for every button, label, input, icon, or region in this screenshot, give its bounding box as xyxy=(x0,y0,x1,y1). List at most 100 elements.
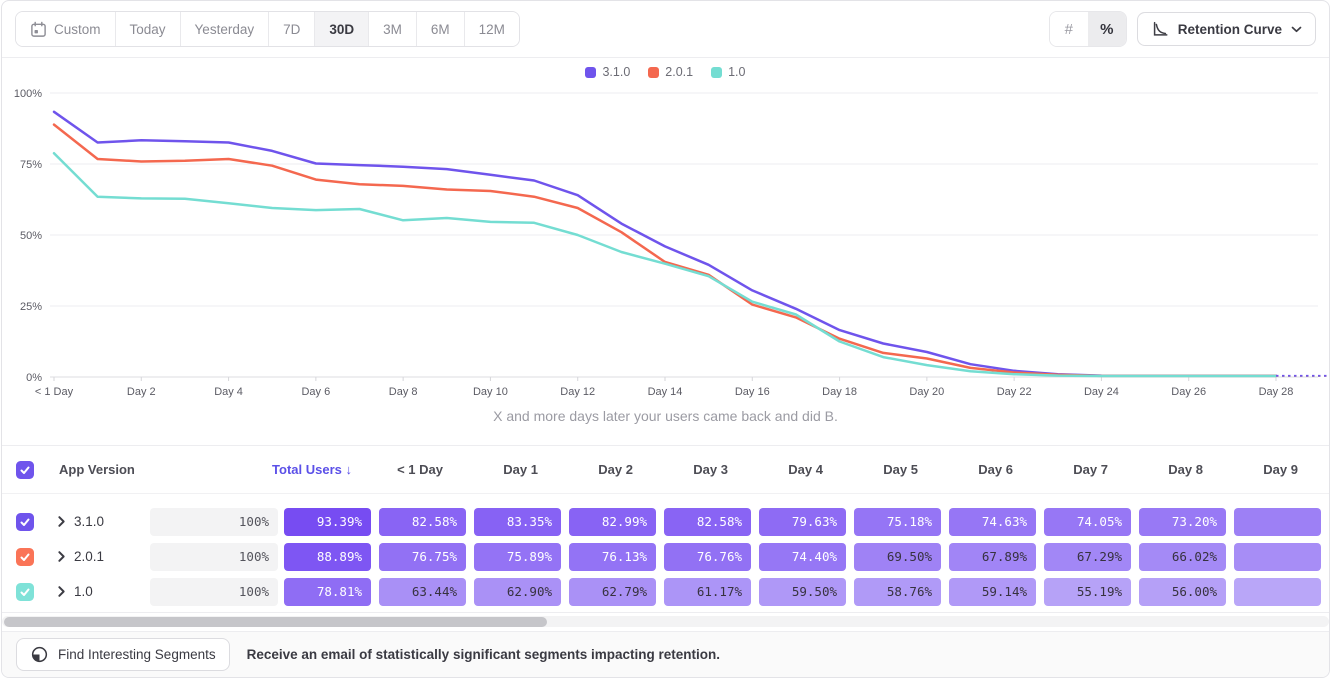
select-all-checkbox[interactable] xyxy=(16,461,34,479)
row-name: 1.0 xyxy=(74,584,150,599)
svg-text:100%: 100% xyxy=(14,88,42,100)
chevron-right-icon[interactable] xyxy=(57,515,67,528)
column-header-day-4[interactable]: Day 4 xyxy=(738,462,833,477)
date-range-custom[interactable]: Custom xyxy=(16,12,116,46)
toolbar: CustomTodayYesterday7D30D3M6M12M # % Ret… xyxy=(2,1,1329,58)
svg-text:0%: 0% xyxy=(26,372,42,384)
legend-item-3.1.0[interactable]: 3.1.0 xyxy=(585,65,630,79)
column-header-day-6[interactable]: Day 6 xyxy=(928,462,1023,477)
retention-cell: 83.35% xyxy=(474,508,561,536)
find-segments-label: Find Interesting Segments xyxy=(58,647,216,662)
retention-cell: 79.63% xyxy=(759,508,846,536)
retention-cell: 55.19% xyxy=(1044,578,1131,606)
chart-legend: 3.1.0 2.0.1 1.0 xyxy=(2,65,1329,79)
legend-swatch xyxy=(585,67,596,78)
find-interesting-segments-button[interactable]: Find Interesting Segments xyxy=(16,638,230,671)
retention-cell: 58.76% xyxy=(854,578,941,606)
legend-label: 3.1.0 xyxy=(602,65,630,79)
column-header-day-8[interactable]: Day 8 xyxy=(1118,462,1213,477)
column-header-app-version[interactable]: App Version xyxy=(59,462,224,477)
number-mode-button[interactable]: # xyxy=(1050,12,1088,46)
legend-swatch xyxy=(648,67,659,78)
chevron-right-icon[interactable] xyxy=(57,585,67,598)
retention-line-chart: 0%25%50%75%100%< 1 DayDay 2Day 4Day 6Day… xyxy=(2,58,1330,403)
retention-cell: 67.29% xyxy=(1044,543,1131,571)
svg-text:75%: 75% xyxy=(20,159,42,171)
retention-curve-icon xyxy=(1151,20,1169,38)
column-header-total-users[interactable]: Total Users ↓ xyxy=(224,462,352,477)
legend-item-1.0[interactable]: 1.0 xyxy=(711,65,745,79)
footer-message: Receive an email of statistically signif… xyxy=(247,647,720,662)
date-range-7d[interactable]: 7D xyxy=(269,12,315,46)
segments-icon xyxy=(30,645,49,664)
retention-cell: 59.50% xyxy=(759,578,846,606)
date-range-selector: CustomTodayYesterday7D30D3M6M12M xyxy=(15,11,520,47)
chart-type-dropdown[interactable]: Retention Curve xyxy=(1137,12,1316,46)
retention-cell: 93.39% xyxy=(284,508,371,536)
date-range-today[interactable]: Today xyxy=(116,12,181,46)
row-name: 3.1.0 xyxy=(74,514,150,529)
table-header-row: App Version Total Users ↓ < 1 DayDay 1Da… xyxy=(2,446,1329,494)
clipped-next-cell xyxy=(1234,543,1321,571)
date-range-yesterday[interactable]: Yesterday xyxy=(181,12,270,46)
table-body: 3.1.0100%93.39%82.58%83.35%82.99%82.58%7… xyxy=(2,494,1329,613)
legend-label: 2.0.1 xyxy=(665,65,693,79)
legend-swatch xyxy=(711,67,722,78)
svg-text:Day 22: Day 22 xyxy=(997,386,1032,398)
value-mode-toggle: # % xyxy=(1049,11,1127,47)
svg-text:Day 26: Day 26 xyxy=(1171,386,1206,398)
retention-cell: 62.79% xyxy=(569,578,656,606)
retention-cell: 75.18% xyxy=(854,508,941,536)
column-header-day-2[interactable]: Day 2 xyxy=(548,462,643,477)
retention-cell: 82.58% xyxy=(379,508,466,536)
series-line-3.1.0 xyxy=(54,112,1276,376)
scrollbar-thumb[interactable] xyxy=(4,617,547,627)
retention-cell: 59.14% xyxy=(949,578,1036,606)
table-row-1.0[interactable]: 1.0100%78.81%63.44%62.90%62.79%61.17%59.… xyxy=(2,574,1329,609)
date-range-30d[interactable]: 30D xyxy=(315,12,369,46)
retention-cell: 82.58% xyxy=(664,508,751,536)
chart-section: 3.1.02.0.11.0 0%25%50%75%100%< 1 DayDay … xyxy=(2,58,1329,446)
total-users-cell: 100% xyxy=(150,543,278,571)
column-header-day-9[interactable]: Day 9 xyxy=(1213,462,1308,477)
date-range-12m[interactable]: 12M xyxy=(465,12,519,46)
legend-item-2.0.1[interactable]: 2.0.1 xyxy=(648,65,693,79)
svg-text:Day 6: Day 6 xyxy=(301,386,330,398)
svg-text:Day 20: Day 20 xyxy=(909,386,944,398)
calendar-icon xyxy=(30,21,47,38)
svg-text:Day 18: Day 18 xyxy=(822,386,857,398)
retention-cell: 74.05% xyxy=(1044,508,1131,536)
svg-text:Day 24: Day 24 xyxy=(1084,386,1119,398)
table-row-3.1.0[interactable]: 3.1.0100%93.39%82.58%83.35%82.99%82.58%7… xyxy=(2,504,1329,539)
retention-cell: 69.50% xyxy=(854,543,941,571)
retention-cell: 78.81% xyxy=(284,578,371,606)
retention-cell: 76.76% xyxy=(664,543,751,571)
retention-cell: 63.44% xyxy=(379,578,466,606)
date-range-6m[interactable]: 6M xyxy=(417,12,465,46)
column-header-lt-1-day[interactable]: < 1 Day xyxy=(358,462,453,477)
retention-cell: 73.20% xyxy=(1139,508,1226,536)
total-users-cell: 100% xyxy=(150,578,278,606)
row-checkbox[interactable] xyxy=(16,548,34,566)
chevron-right-icon[interactable] xyxy=(57,550,67,563)
date-range-3m[interactable]: 3M xyxy=(369,12,417,46)
percent-mode-button[interactable]: % xyxy=(1088,12,1126,46)
retention-cell: 76.13% xyxy=(569,543,656,571)
sort-descending-icon: ↓ xyxy=(346,462,353,477)
row-checkbox[interactable] xyxy=(16,583,34,601)
retention-cell: 62.90% xyxy=(474,578,561,606)
row-checkbox[interactable] xyxy=(16,513,34,531)
column-header-day-1[interactable]: Day 1 xyxy=(453,462,548,477)
table-row-2.0.1[interactable]: 2.0.1100%88.89%76.75%75.89%76.13%76.76%7… xyxy=(2,539,1329,574)
svg-text:Day 8: Day 8 xyxy=(389,386,418,398)
column-header-day-5[interactable]: Day 5 xyxy=(833,462,928,477)
chart-caption: X and more days later your users came ba… xyxy=(2,408,1329,424)
column-header-day-7[interactable]: Day 7 xyxy=(1023,462,1118,477)
column-header-day-3[interactable]: Day 3 xyxy=(643,462,738,477)
svg-text:Day 2: Day 2 xyxy=(127,386,156,398)
clipped-next-cell xyxy=(1234,578,1321,606)
retention-cell: 76.75% xyxy=(379,543,466,571)
retention-cell: 88.89% xyxy=(284,543,371,571)
svg-text:Day 28: Day 28 xyxy=(1259,386,1294,398)
toolbar-right: # % Retention Curve xyxy=(1049,11,1316,47)
